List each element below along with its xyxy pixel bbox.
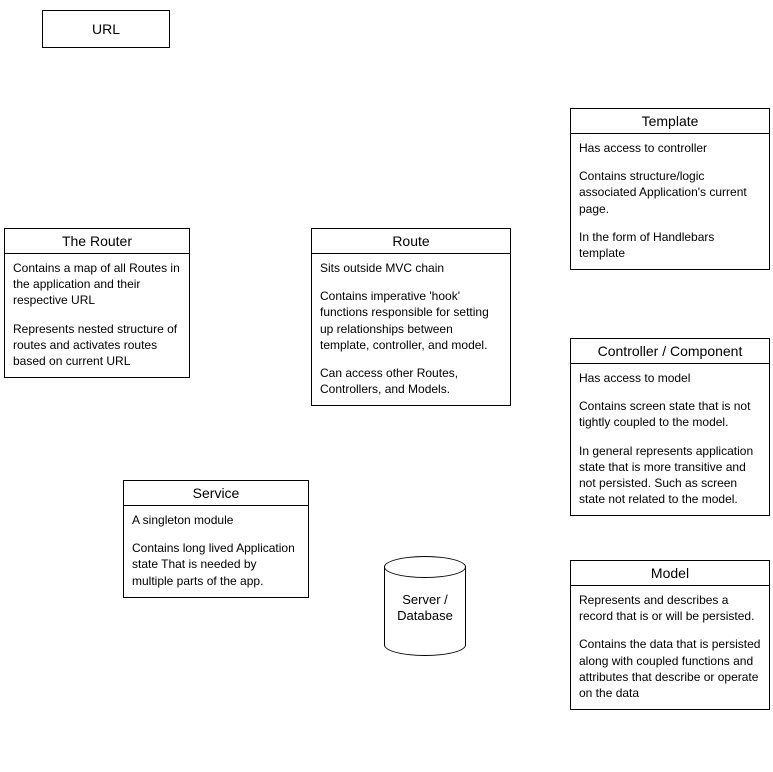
model-body: Represents and describes a record that i…	[571, 586, 769, 709]
service-body: A singleton module Contains long lived A…	[124, 506, 308, 597]
template-title: Template	[571, 109, 769, 134]
service-p2: Contains long lived Application state Th…	[132, 540, 300, 589]
template-node: Template Has access to controller Contai…	[570, 108, 770, 270]
route-body: Sits outside MVC chain Contains imperati…	[312, 254, 510, 405]
controller-p1: Has access to model	[579, 370, 761, 386]
controller-node: Controller / Component Has access to mod…	[570, 338, 770, 516]
router-p1: Contains a map of all Routes in the appl…	[13, 260, 181, 309]
controller-p3: In general represents application state …	[579, 443, 761, 508]
router-body: Contains a map of all Routes in the appl…	[5, 254, 189, 377]
controller-p2: Contains screen state that is not tightl…	[579, 398, 761, 430]
database-cylinder: Server / Database	[384, 556, 466, 656]
service-p1: A singleton module	[132, 512, 300, 528]
database-label: Server / Database	[384, 592, 466, 623]
route-p2: Contains imperative 'hook' functions res…	[320, 288, 502, 353]
url-box: URL	[42, 10, 170, 48]
url-label: URL	[92, 21, 120, 37]
route-node: Route Sits outside MVC chain Contains im…	[311, 228, 511, 406]
template-p3: In the form of Handlebars template	[579, 229, 761, 261]
router-title: The Router	[5, 229, 189, 254]
controller-body: Has access to model Contains screen stat…	[571, 364, 769, 515]
model-title: Model	[571, 561, 769, 586]
template-p1: Has access to controller	[579, 140, 761, 156]
model-node: Model Represents and describes a record …	[570, 560, 770, 710]
route-p3: Can access other Routes, Controllers, an…	[320, 365, 502, 397]
database-label-line1: Server /	[402, 592, 448, 607]
model-p2: Contains the data that is persisted alon…	[579, 636, 761, 701]
service-node: Service A singleton module Contains long…	[123, 480, 309, 598]
model-p1: Represents and describes a record that i…	[579, 592, 761, 624]
controller-title: Controller / Component	[571, 339, 769, 364]
service-title: Service	[124, 481, 308, 506]
route-title: Route	[312, 229, 510, 254]
template-body: Has access to controller Contains struct…	[571, 134, 769, 269]
route-p1: Sits outside MVC chain	[320, 260, 502, 276]
router-node: The Router Contains a map of all Routes …	[4, 228, 190, 378]
template-p2: Contains structure/logic associated Appl…	[579, 168, 761, 217]
database-label-line2: Database	[397, 608, 453, 623]
router-p2: Represents nested structure of routes an…	[13, 321, 181, 370]
